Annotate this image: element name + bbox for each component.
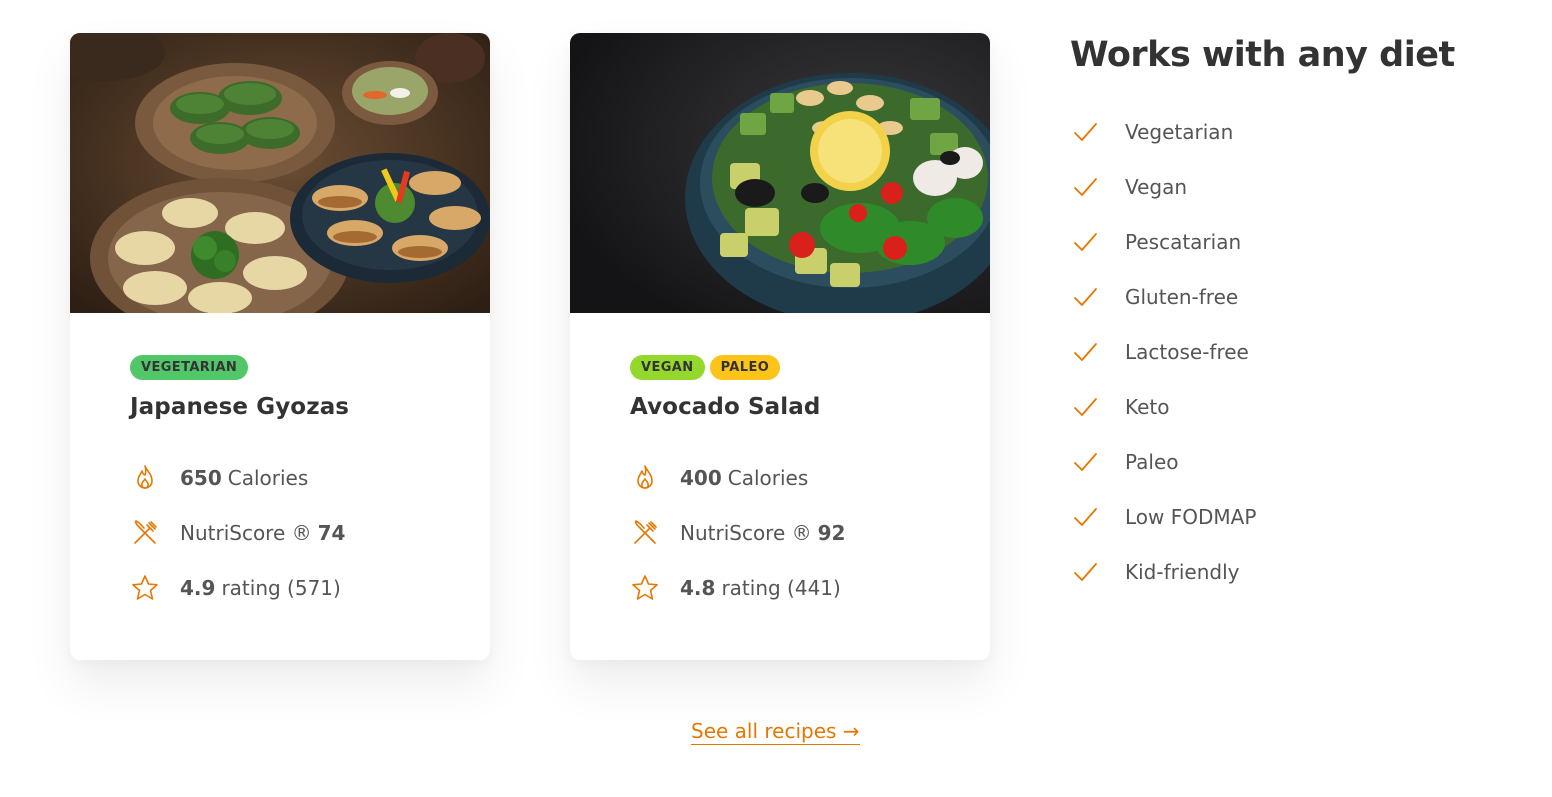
flame-icon bbox=[630, 463, 660, 493]
check-icon bbox=[1070, 172, 1100, 202]
list-item: Keto bbox=[1070, 379, 1530, 434]
diet-label: Pescatarian bbox=[1125, 229, 1242, 254]
calories-label: Calories bbox=[727, 465, 809, 490]
nutriscore-value: 74 bbox=[317, 520, 346, 545]
diet-label: Vegetarian bbox=[1125, 119, 1234, 144]
tag-list: Vegan Paleo bbox=[630, 355, 930, 380]
check-icon bbox=[1070, 282, 1100, 312]
tag-paleo: Paleo bbox=[709, 355, 781, 380]
rating-value: 4.8 bbox=[680, 575, 716, 600]
recipe-title: Avocado Salad bbox=[630, 394, 821, 420]
check-icon bbox=[1070, 392, 1100, 422]
nutriscore-attribute: NutriScore ® 92 bbox=[630, 505, 930, 560]
fork-knife-icon bbox=[630, 518, 660, 548]
rating-label: rating (571) bbox=[221, 575, 341, 600]
nutriscore-attribute: NutriScore ® 74 bbox=[130, 505, 430, 560]
diets-heading: Works with any diet bbox=[1070, 35, 1455, 75]
tag-list: Vegetarian bbox=[130, 355, 430, 380]
diets-section: Works with any diet Vegetarian Vegan Pes… bbox=[1070, 34, 1530, 599]
calories-value: 650 bbox=[180, 465, 222, 490]
calories-label: Calories bbox=[227, 465, 309, 490]
check-icon bbox=[1070, 117, 1100, 147]
check-icon bbox=[1070, 557, 1100, 587]
diet-label: Lactose-free bbox=[1125, 339, 1249, 364]
nutriscore-label: NutriScore ® bbox=[680, 520, 812, 545]
list-item: Paleo bbox=[1070, 434, 1530, 489]
recipe-image-avocado-salad bbox=[570, 33, 990, 313]
nutriscore-value: 92 bbox=[817, 520, 846, 545]
check-icon bbox=[1070, 502, 1100, 532]
star-icon bbox=[130, 573, 160, 603]
tag-vegan: Vegan bbox=[630, 355, 705, 380]
rating-label: rating (441) bbox=[721, 575, 841, 600]
diet-label: Kid-friendly bbox=[1125, 559, 1240, 584]
calories-value: 400 bbox=[680, 465, 722, 490]
check-icon bbox=[1070, 227, 1100, 257]
list-item: Pescatarian bbox=[1070, 214, 1530, 269]
list-item: Low FODMAP bbox=[1070, 489, 1530, 544]
calories-attribute: 400 Calories bbox=[630, 450, 930, 505]
rating-value: 4.9 bbox=[180, 575, 216, 600]
tag-vegetarian: Vegetarian bbox=[130, 355, 249, 380]
calories-attribute: 650 Calories bbox=[130, 450, 430, 505]
check-icon bbox=[1070, 447, 1100, 477]
diet-list: Vegetarian Vegan Pescatarian Gluten-free… bbox=[1070, 104, 1530, 599]
diet-label: Paleo bbox=[1125, 449, 1179, 474]
check-icon bbox=[1070, 337, 1100, 367]
list-item: Vegan bbox=[1070, 159, 1530, 214]
nutriscore-label: NutriScore ® bbox=[180, 520, 312, 545]
rating-attribute: 4.9 rating (571) bbox=[130, 560, 430, 615]
list-item: Lactose-free bbox=[1070, 324, 1530, 379]
list-item: Kid-friendly bbox=[1070, 544, 1530, 599]
fork-knife-icon bbox=[130, 518, 160, 548]
recipe-card-avocado-salad: Vegan Paleo Avocado Salad 400 Calories bbox=[570, 33, 990, 660]
recipe-card-gyozas: Vegetarian Japanese Gyozas 650 Calories bbox=[70, 33, 490, 660]
recipe-title: Japanese Gyozas bbox=[130, 394, 350, 420]
diet-label: Low FODMAP bbox=[1125, 504, 1257, 529]
diet-label: Vegan bbox=[1125, 174, 1188, 199]
list-item: Vegetarian bbox=[1070, 104, 1530, 159]
diet-label: Gluten-free bbox=[1125, 284, 1239, 309]
rating-attribute: 4.8 rating (441) bbox=[630, 560, 930, 615]
list-item: Gluten-free bbox=[1070, 269, 1530, 324]
diet-label: Keto bbox=[1125, 394, 1170, 419]
star-icon bbox=[630, 573, 660, 603]
recipe-image-gyozas bbox=[70, 33, 490, 313]
see-all-recipes-link[interactable]: See all recipes → bbox=[691, 718, 860, 745]
flame-icon bbox=[130, 463, 160, 493]
